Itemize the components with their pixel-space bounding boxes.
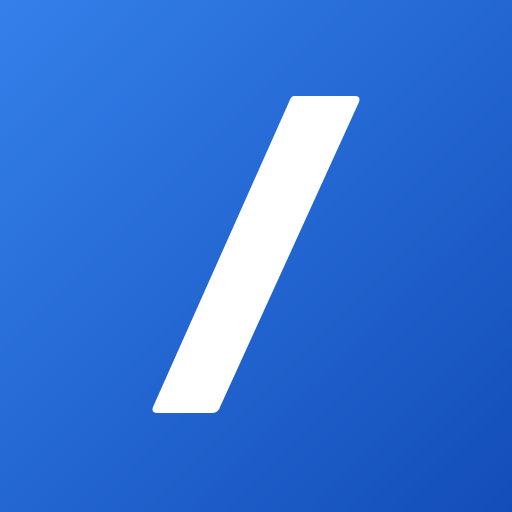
app-icon	[0, 0, 512, 512]
app-icon-graphic	[0, 0, 512, 512]
